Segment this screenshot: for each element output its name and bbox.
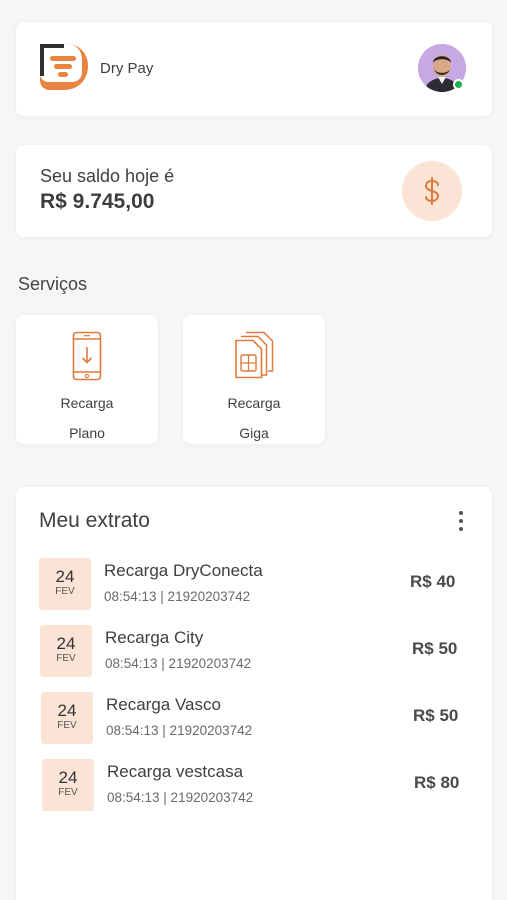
date-badge: 24 FEV (40, 625, 92, 677)
transaction-subtitle: 08:54:13 | 21920203742 (107, 790, 254, 805)
statement-row[interactable]: 24 FEV Recarga DryConecta 08:54:13 | 219… (16, 558, 492, 612)
date-month: FEV (55, 586, 75, 597)
date-month: FEV (58, 787, 78, 798)
date-day: 24 (58, 768, 78, 787)
statement-row[interactable]: 24 FEV Recarga City 08:54:13 | 219202037… (16, 625, 492, 679)
transaction-amount: R$ 40 (410, 572, 456, 591)
sim-card-icon (235, 331, 274, 379)
service-label-line2: Giga (239, 425, 269, 441)
transaction-amount: R$ 50 (412, 639, 458, 658)
transaction-title: Recarga City (105, 628, 204, 647)
statement-row[interactable]: 24 FEV Recarga Vasco 08:54:13 | 21920203… (16, 692, 492, 746)
dollar-icon[interactable] (402, 161, 462, 221)
service-label-line2: Plano (69, 425, 105, 441)
date-badge: 24 FEV (42, 759, 94, 811)
brand-name: Dry Pay (100, 60, 154, 77)
transaction-amount: R$ 50 (413, 706, 459, 725)
transaction-title: Recarga Vasco (106, 695, 221, 714)
service-label-line1: Recarga (60, 395, 114, 411)
transaction-subtitle: 08:54:13 | 21920203742 (104, 589, 251, 604)
services-title: Serviços (18, 274, 88, 294)
service-recarga-giga[interactable]: Recarga Giga (183, 315, 325, 444)
transaction-amount: R$ 80 (414, 773, 460, 792)
statement-row[interactable]: 24 FEV Recarga vestcasa 08:54:13 | 21920… (16, 759, 492, 813)
more-vertical-icon[interactable] (456, 511, 466, 531)
date-badge: 24 FEV (39, 558, 91, 610)
balance-value: R$ 9.745,00 (40, 190, 155, 213)
statement-card: Meu extrato 24 FEV Recarga DryConecta 08… (16, 487, 492, 900)
date-day: 24 (55, 567, 75, 586)
transaction-subtitle: 08:54:13 | 21920203742 (106, 723, 253, 738)
transaction-subtitle: 08:54:13 | 21920203742 (105, 656, 252, 671)
service-recarga-plano[interactable]: Recarga Plano (16, 315, 158, 444)
transaction-title: Recarga DryConecta (104, 561, 263, 580)
dry-pay-logo[interactable] (38, 42, 90, 92)
transaction-title: Recarga vestcasa (107, 762, 244, 781)
balance-label: Seu saldo hoje é (40, 166, 175, 186)
date-day: 24 (57, 701, 77, 720)
date-month: FEV (56, 653, 76, 664)
date-month: FEV (57, 720, 77, 731)
service-label-line1: Recarga (227, 395, 281, 411)
phone-download-icon (72, 331, 102, 381)
header-card: Dry Pay (16, 22, 492, 116)
date-badge: 24 FEV (41, 692, 93, 744)
statement-title: Meu extrato (39, 509, 150, 532)
online-status-dot (453, 79, 464, 90)
balance-card: Seu saldo hoje é R$ 9.745,00 (16, 145, 492, 237)
date-day: 24 (56, 634, 76, 653)
